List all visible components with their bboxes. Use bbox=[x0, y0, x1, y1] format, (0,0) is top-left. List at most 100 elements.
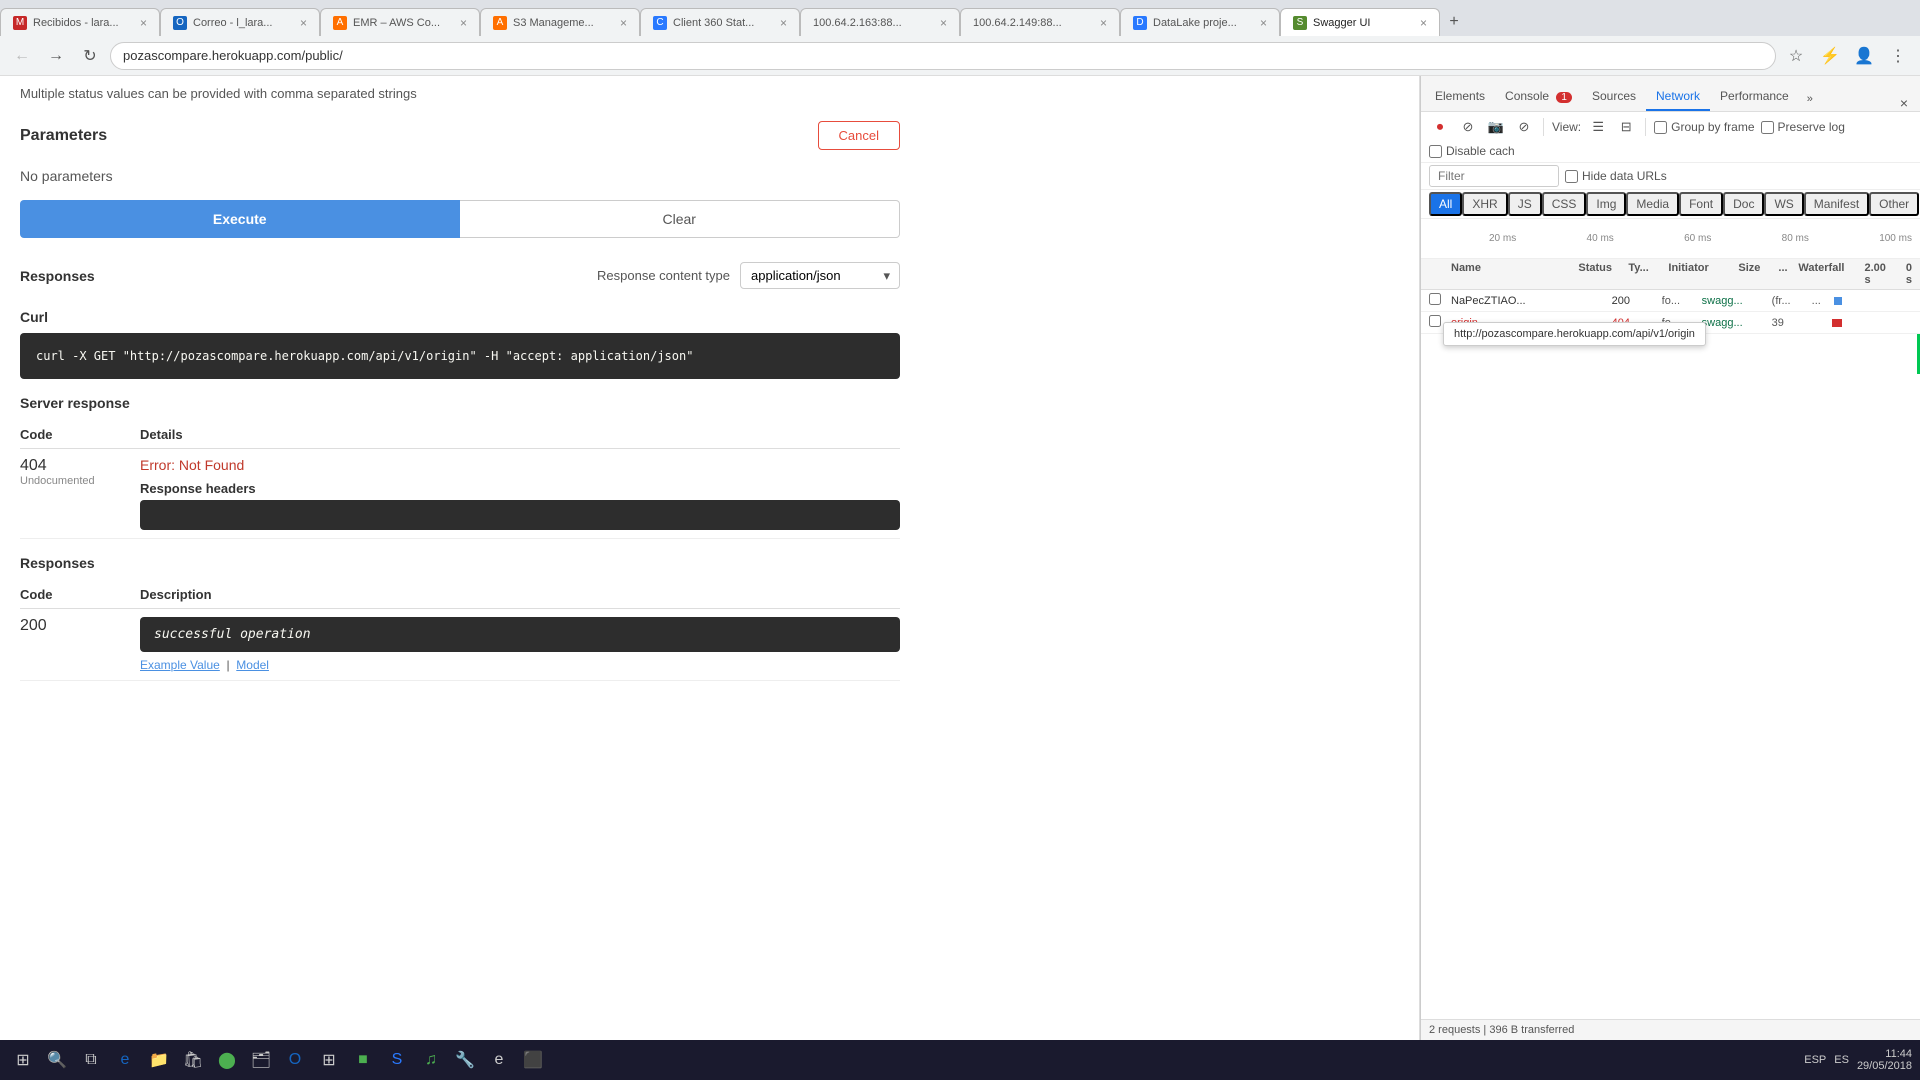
edge-icon[interactable]: e bbox=[110, 1045, 140, 1075]
col-header-type[interactable]: Ty... bbox=[1628, 262, 1668, 286]
row1-name: NaPecZTIAO... bbox=[1451, 295, 1612, 307]
tab-datalake[interactable]: D DataLake proje... × bbox=[1120, 8, 1280, 36]
filter-input[interactable] bbox=[1429, 165, 1559, 187]
store-icon[interactable]: 🛍 bbox=[178, 1045, 208, 1075]
tab-datalake-close[interactable]: × bbox=[1260, 16, 1267, 30]
tab-s3-close[interactable]: × bbox=[620, 16, 627, 30]
col-header-name[interactable]: Name bbox=[1451, 262, 1578, 286]
network-row-1[interactable]: NaPecZTIAO... 200 fo... swagg... (fr... … bbox=[1421, 290, 1920, 312]
record-button[interactable]: ⏺ bbox=[1429, 116, 1451, 138]
filter-doc[interactable]: Doc bbox=[1723, 192, 1764, 216]
start-button[interactable]: ⊞ bbox=[8, 1045, 38, 1075]
clear-button[interactable]: Clear bbox=[460, 200, 901, 238]
tab-correo-close[interactable]: × bbox=[300, 16, 307, 30]
tab-performance[interactable]: Performance bbox=[1710, 83, 1799, 111]
new-tab-button[interactable]: + bbox=[1440, 8, 1468, 36]
row2-check[interactable] bbox=[1429, 315, 1441, 327]
apps-icon[interactable]: ⊞ bbox=[314, 1045, 344, 1075]
tab-swagger-close[interactable]: × bbox=[1420, 16, 1427, 30]
tab-emr-close[interactable]: × bbox=[460, 16, 467, 30]
green-app-icon[interactable]: ■ bbox=[348, 1045, 378, 1075]
outlook-icon[interactable]: O bbox=[280, 1045, 310, 1075]
cancel-button[interactable]: Cancel bbox=[818, 121, 900, 150]
spotify-icon[interactable]: ♫ bbox=[416, 1045, 446, 1075]
tab-ip1-close[interactable]: × bbox=[940, 16, 947, 30]
responses-section-top: Responses Response content type applicat… bbox=[20, 254, 900, 297]
tab-gmail-close[interactable]: × bbox=[140, 16, 147, 30]
pdf-icon[interactable]: ⬛ bbox=[518, 1045, 548, 1075]
profile-button[interactable]: 👤 bbox=[1850, 42, 1878, 70]
disable-cache-checkbox[interactable] bbox=[1429, 145, 1442, 158]
tab-client360[interactable]: C Client 360 Stat... × bbox=[640, 8, 800, 36]
tab-correo-icon: O bbox=[173, 16, 187, 30]
hide-data-urls-label[interactable]: Hide data URLs bbox=[1565, 169, 1667, 183]
chrome-icon[interactable]: ⬤ bbox=[212, 1045, 242, 1075]
extensions-button[interactable]: ⚡ bbox=[1816, 42, 1844, 70]
grid-view-button[interactable]: ⊟ bbox=[1615, 116, 1637, 138]
tab-emr[interactable]: A EMR – AWS Co... × bbox=[320, 8, 480, 36]
devtools-close-icon[interactable]: × bbox=[1900, 95, 1908, 111]
preserve-log-checkbox[interactable] bbox=[1761, 121, 1774, 134]
col-header-size[interactable]: Size bbox=[1738, 262, 1778, 286]
camera-button[interactable]: 📷 bbox=[1485, 116, 1507, 138]
tool-icon[interactable]: 🔧 bbox=[450, 1045, 480, 1075]
hide-data-urls-checkbox[interactable] bbox=[1565, 170, 1578, 183]
model-link[interactable]: Model bbox=[236, 658, 269, 672]
col-header-waterfall[interactable]: Waterfall 2.00 s 0 s bbox=[1798, 262, 1912, 286]
address-bar[interactable]: pozascompare.herokuapp.com/public/ bbox=[110, 42, 1776, 70]
execute-button[interactable]: Execute bbox=[20, 200, 460, 238]
tab-s3-label: S3 Manageme... bbox=[513, 17, 614, 29]
tab-swagger[interactable]: S Swagger UI × bbox=[1280, 8, 1440, 36]
skype-icon[interactable]: S bbox=[382, 1045, 412, 1075]
tab-datalake-label: DataLake proje... bbox=[1153, 17, 1254, 29]
disable-cache-label[interactable]: Disable cach bbox=[1429, 144, 1515, 158]
filter-js[interactable]: JS bbox=[1508, 192, 1542, 216]
tab-correo[interactable]: O Correo - l_lara... × bbox=[160, 8, 320, 36]
filter-toggle-button[interactable]: ⊘ bbox=[1513, 116, 1535, 138]
stop-button[interactable]: ⊘ bbox=[1457, 116, 1479, 138]
row1-check[interactable] bbox=[1429, 293, 1441, 305]
browser-icon[interactable]: e bbox=[484, 1045, 514, 1075]
filter-img[interactable]: Img bbox=[1586, 192, 1626, 216]
filter-font[interactable]: Font bbox=[1679, 192, 1723, 216]
tab-ip2[interactable]: 100.64.2.149:88... × bbox=[960, 8, 1120, 36]
filter-media[interactable]: Media bbox=[1626, 192, 1679, 216]
tab-more[interactable]: » bbox=[1799, 87, 1821, 111]
tab-gmail[interactable]: M Recibidos - lara... × bbox=[0, 8, 160, 36]
response-content-select[interactable]: application/json bbox=[740, 262, 900, 289]
example-value-link[interactable]: Example Value bbox=[140, 658, 220, 672]
search-button[interactable]: 🔍 bbox=[42, 1045, 72, 1075]
settings-button[interactable]: ⋮ bbox=[1884, 42, 1912, 70]
filter-xhr[interactable]: XHR bbox=[1462, 192, 1507, 216]
tab-console[interactable]: Console 1 bbox=[1495, 83, 1582, 111]
filter-css[interactable]: CSS bbox=[1542, 192, 1587, 216]
files-icon[interactable]: 🗂 bbox=[246, 1045, 276, 1075]
no-params-text: No parameters bbox=[20, 160, 900, 200]
success-operation: successful operation bbox=[140, 617, 900, 652]
tab-sources[interactable]: Sources bbox=[1582, 83, 1646, 111]
forward-button[interactable]: → bbox=[42, 42, 70, 70]
task-view-button[interactable]: ⧉ bbox=[76, 1045, 106, 1075]
filter-ws[interactable]: WS bbox=[1764, 192, 1803, 216]
tab-elements[interactable]: Elements bbox=[1425, 83, 1495, 111]
explorer-icon[interactable]: 📁 bbox=[144, 1045, 174, 1075]
bookmark-button[interactable]: ☆ bbox=[1782, 42, 1810, 70]
group-by-frame-label[interactable]: Group by frame bbox=[1654, 120, 1754, 134]
tab-ip2-close[interactable]: × bbox=[1100, 16, 1107, 30]
back-button[interactable]: ← bbox=[8, 42, 36, 70]
refresh-button[interactable]: ↻ bbox=[76, 42, 104, 70]
filter-other[interactable]: Other bbox=[1869, 192, 1919, 216]
list-view-button[interactable]: ☰ bbox=[1587, 116, 1609, 138]
tab-network[interactable]: Network bbox=[1646, 83, 1710, 111]
filter-manifest[interactable]: Manifest bbox=[1804, 192, 1869, 216]
preserve-log-label[interactable]: Preserve log bbox=[1761, 120, 1845, 134]
col-header-initiator[interactable]: Initiator bbox=[1668, 262, 1738, 286]
tab-ip1[interactable]: 100.64.2.163:88... × bbox=[800, 8, 960, 36]
tab-s3[interactable]: A S3 Manageme... × bbox=[480, 8, 640, 36]
response-content-wrapper: Response content type application/json bbox=[597, 262, 900, 289]
group-by-frame-checkbox[interactable] bbox=[1654, 121, 1667, 134]
tab-client360-close[interactable]: × bbox=[780, 16, 787, 30]
filter-all[interactable]: All bbox=[1429, 192, 1462, 216]
col-header-status[interactable]: Status bbox=[1578, 262, 1628, 286]
server-response-title: Server response bbox=[20, 395, 900, 411]
